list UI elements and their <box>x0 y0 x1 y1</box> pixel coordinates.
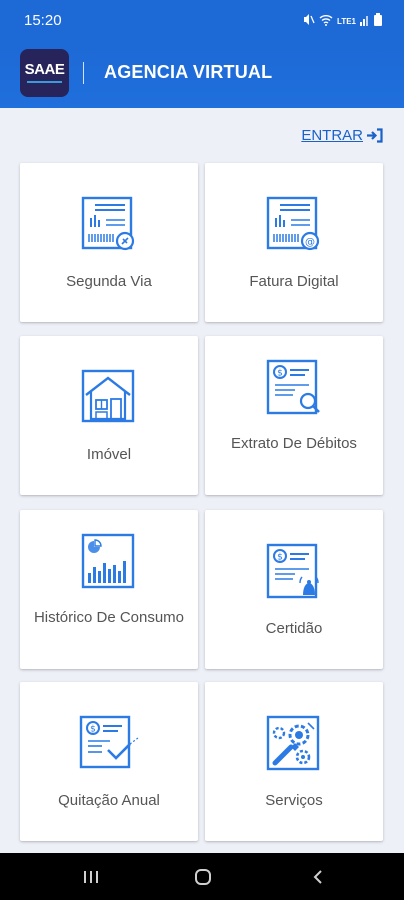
card-label: Fatura Digital <box>249 273 339 290</box>
debt-statement-icon: $ <box>265 359 323 422</box>
services-gears-icon <box>265 715 323 778</box>
card-servicos[interactable]: Serviços <box>205 682 383 841</box>
signal-icon <box>360 14 370 29</box>
status-time: 15:20 <box>24 12 62 29</box>
card-label: Segunda Via <box>66 273 152 290</box>
svg-text:@: @ <box>305 237 315 248</box>
status-icons: LTE1 <box>302 13 382 29</box>
status-bar: 15:20 LTE1 <box>0 0 404 40</box>
invoice-copy-icon <box>80 196 138 257</box>
recent-apps-button[interactable] <box>79 865 103 889</box>
certificate-icon: $ <box>265 543 323 606</box>
app-header: SAAE AGENCIA VIRTUAL <box>0 40 404 108</box>
network-label: LTE1 <box>337 16 356 26</box>
consumption-chart-icon <box>80 533 138 596</box>
card-label: Extrato De Débitos <box>231 435 357 452</box>
battery-icon <box>374 13 382 29</box>
svg-text:$: $ <box>90 725 96 735</box>
card-historico-consumo[interactable]: Histórico De Consumo <box>20 510 198 669</box>
annual-discharge-icon: $ <box>78 715 140 776</box>
page-title: AGENCIA VIRTUAL <box>104 62 273 82</box>
card-label: Serviços <box>265 792 323 809</box>
card-label: Imóvel <box>86 446 132 463</box>
wifi-icon <box>319 14 333 29</box>
card-segunda-via[interactable]: Segunda Via <box>20 163 198 322</box>
logo-underline <box>27 81 62 83</box>
login-link[interactable]: ENTRAR <box>301 127 384 144</box>
card-label: Certidão <box>265 620 323 637</box>
saae-logo: SAAE <box>20 49 69 97</box>
login-label: ENTRAR <box>301 127 363 144</box>
logo-text: SAAE <box>24 61 65 78</box>
card-label: Quitação Anual <box>58 792 160 809</box>
header-divider <box>83 62 84 84</box>
home-button[interactable] <box>191 865 215 889</box>
card-label: Histórico De Consumo <box>33 609 185 626</box>
card-certidao[interactable]: $ Certidão <box>205 510 383 669</box>
back-button[interactable] <box>306 865 330 889</box>
svg-text:$: $ <box>277 369 283 379</box>
system-nav-bar <box>0 853 404 900</box>
mute-icon <box>302 13 315 29</box>
svg-text:$: $ <box>277 553 283 563</box>
digital-invoice-icon: @ <box>265 196 323 257</box>
card-imovel[interactable]: Imóvel <box>20 336 198 495</box>
house-icon <box>80 369 138 430</box>
card-extrato-debitos[interactable]: $ Extrato De Débitos <box>205 336 383 495</box>
card-fatura-digital[interactable]: @ Fatura Digital <box>205 163 383 322</box>
login-arrow-icon <box>366 128 384 143</box>
card-quitacao-anual[interactable]: $ Quitação Anual <box>20 682 198 841</box>
